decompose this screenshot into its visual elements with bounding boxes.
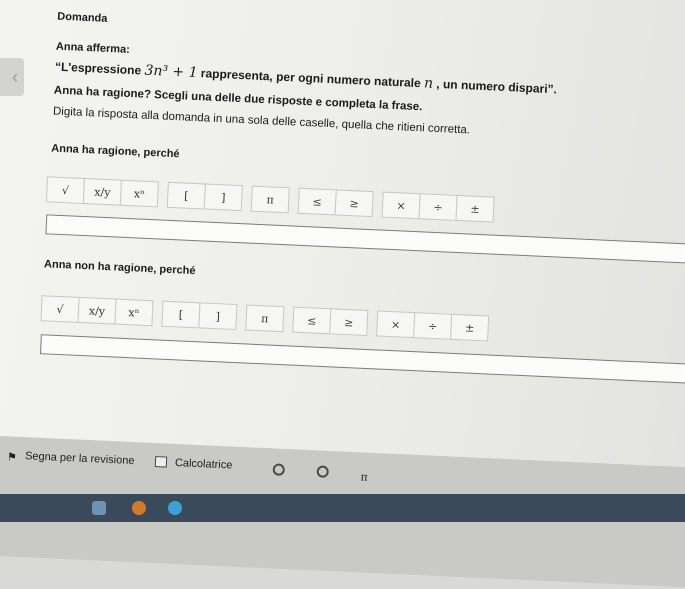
browser-icon[interactable] — [132, 501, 146, 515]
claim-mid: rappresenta, per ogni numero naturale — [197, 66, 425, 91]
left-bracket-button[interactable]: [ — [161, 300, 201, 329]
browser-icon[interactable] — [168, 501, 182, 515]
answer-agree-input[interactable] — [45, 214, 685, 267]
plus-minus-button[interactable]: ± — [450, 313, 490, 342]
power-button[interactable]: xⁿ — [114, 298, 154, 327]
times-button[interactable]: × — [376, 310, 416, 339]
sqrt-button[interactable]: √ — [40, 295, 80, 323]
left-bracket-button[interactable]: [ — [166, 181, 206, 210]
exam-page: ‹ Domanda Anna afferma: “L'espressione 3… — [0, 0, 685, 589]
answer-disagree-input[interactable] — [39, 334, 685, 387]
claim-math: 3n³ + 1 — [144, 62, 198, 82]
greater-equal-button[interactable]: ≥ — [329, 308, 369, 337]
radio-icon[interactable] — [272, 463, 286, 476]
os-taskbar — [0, 494, 685, 522]
right-bracket-button[interactable]: ] — [198, 302, 238, 331]
plus-minus-button[interactable]: ± — [455, 194, 495, 223]
less-equal-button[interactable]: ≤ — [292, 306, 332, 335]
pi-mark: π — [360, 470, 369, 484]
calculator-icon — [154, 456, 168, 468]
pi-button[interactable]: π — [250, 185, 290, 214]
radio-icon[interactable] — [316, 465, 329, 478]
power-button[interactable]: xⁿ — [119, 179, 159, 208]
divide-button[interactable]: ÷ — [418, 193, 458, 221]
pi-button[interactable]: π — [245, 304, 285, 333]
flag-icon: ⚑ — [6, 451, 18, 464]
claim-open: “L'espressione — [54, 59, 145, 78]
option-disagree-label: Anna non ha ragione, perché — [43, 258, 196, 278]
option-agree-label: Anna ha ragione, perché — [51, 142, 180, 161]
divide-button[interactable]: ÷ — [413, 312, 453, 340]
less-equal-button[interactable]: ≤ — [297, 187, 337, 216]
claim-intro: Anna afferma: — [55, 40, 131, 56]
mark-for-review-button[interactable]: Segna per la revisione — [25, 450, 135, 467]
app-icon[interactable] — [92, 501, 106, 515]
question-title: Domanda — [57, 10, 108, 25]
math-toolbar-2: √ x/y xⁿ [ ] π ≤ ≥ × ÷ ± — [40, 295, 499, 342]
math-toolbar-1: √ x/y xⁿ [ ] π ≤ ≥ × ÷ ± — [45, 176, 505, 223]
fraction-button[interactable]: x/y — [77, 296, 117, 325]
calculator-button[interactable]: Calcolatrice — [175, 457, 233, 472]
claim-close: , un numero dispari”. — [432, 76, 558, 97]
greater-equal-button[interactable]: ≥ — [334, 189, 374, 218]
times-button[interactable]: × — [381, 191, 421, 220]
fraction-button[interactable]: x/y — [82, 177, 122, 206]
sqrt-button[interactable]: √ — [45, 176, 86, 205]
right-bracket-button[interactable]: ] — [203, 183, 243, 212]
